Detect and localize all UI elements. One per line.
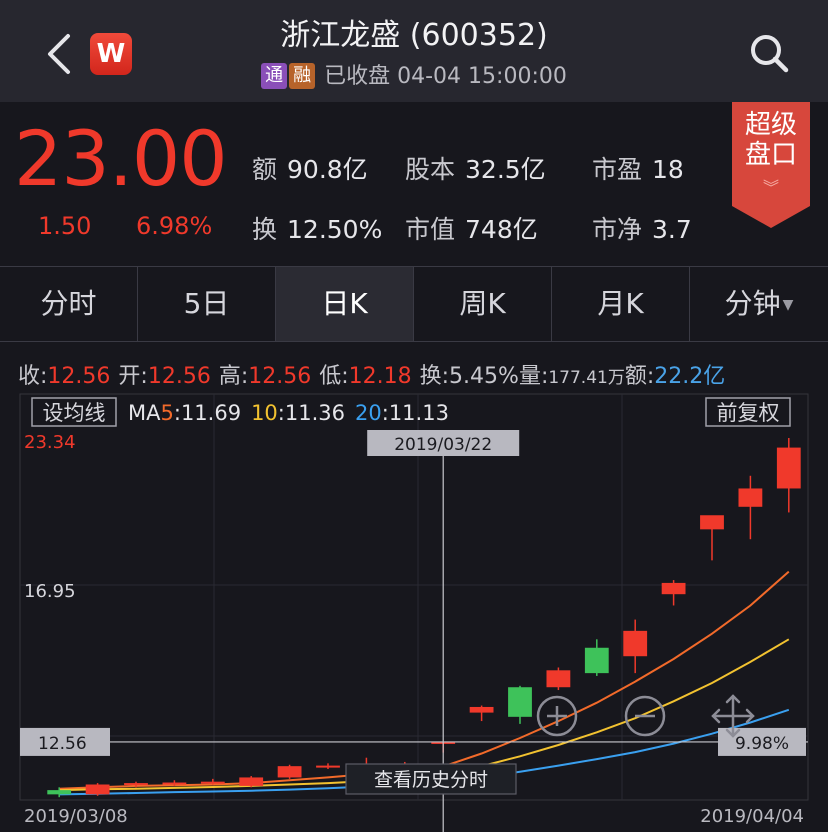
tab-minute[interactable]: 分钟 ▼ — [690, 267, 828, 341]
candle-body-11 — [469, 706, 494, 713]
open-value: 12.56 — [147, 364, 211, 389]
crosshair-date-label: 2019/03/22 — [394, 435, 492, 455]
candle-body-7 — [316, 765, 340, 768]
stat-turnover: 换 12.50% — [252, 215, 383, 244]
y-axis-mid-label: 16.95 — [24, 581, 76, 602]
stat-amount: 额 90.8亿 — [252, 155, 368, 184]
candle-6 — [277, 764, 302, 779]
price-change-pct: 6.98% — [136, 212, 213, 240]
ohlc-summary: 收:12.56 开:12.56 高:12.56 低:12.18 换:5.45%量:177… — [18, 364, 726, 389]
market-status: 已收盘 04-04 15:00:00 — [324, 64, 567, 89]
candle-body-5 — [239, 777, 264, 786]
candle-body-4 — [200, 781, 225, 784]
high-value: 12.56 — [248, 364, 312, 389]
kline-chart[interactable]: 2019/03/22 12.56 9.98% 设均线 MA5:11.69 10:11.… — [0, 390, 828, 832]
set-ma-button[interactable]: 设均线 — [43, 401, 106, 425]
candle-body-16 — [661, 582, 686, 595]
candle-body-14 — [584, 647, 609, 674]
amount-value: 22.2亿 — [654, 364, 726, 389]
stat-pe: 市盈 18 — [592, 155, 684, 184]
candle-body-3 — [162, 782, 187, 785]
tab-minute-label: 分钟 — [724, 287, 781, 320]
x-axis-start-label: 2019/03/08 — [24, 806, 128, 827]
candle-body-6 — [277, 766, 302, 778]
candle-1 — [85, 783, 110, 796]
candle-5 — [239, 776, 264, 788]
candle-13 — [546, 667, 571, 691]
stat-shares: 股本 32.5亿 — [405, 155, 546, 184]
market-status-line: 通融 已收盘 04-04 15:00:00 — [0, 58, 828, 90]
candle-body-15 — [623, 630, 648, 657]
candle-body-12 — [508, 687, 532, 717]
close-value: 12.56 — [47, 364, 111, 389]
candle-body-19 — [776, 447, 801, 489]
low-value: 12.18 — [348, 364, 412, 389]
forward-adjust-button[interactable]: 前复权 — [717, 401, 780, 425]
crosshair-pct-label: 9.98% — [735, 734, 789, 754]
ma-legend: MA5:11.69 10:11.36 20:11.13 — [128, 401, 449, 425]
super-order-book-button[interactable]: 超级 盘口 ︾ — [732, 102, 810, 228]
last-price: 23.00 — [14, 114, 228, 203]
volume-value: 177.41万 — [548, 368, 625, 388]
rong-badge: 融 — [289, 63, 316, 89]
chevron-down-icon: ︾ — [762, 178, 779, 197]
top-bar: W 浙江龙盛 (600352) 通融 已收盘 04-04 15:00:00 — [0, 0, 828, 102]
period-tabs: 分时 5日 日K 周K 月K 分钟 ▼ — [0, 266, 828, 342]
x-axis-end-label: 2019/04/04 — [700, 806, 804, 827]
tab-daily-k[interactable]: 日K — [276, 267, 414, 341]
tong-badge: 通 — [261, 63, 288, 89]
turnover-value: 5.45% — [449, 364, 519, 389]
crosshair-price-label: 12.56 — [38, 734, 87, 754]
stock-title: 浙江龙盛 (600352) — [280, 18, 548, 53]
candle-body-17 — [700, 515, 724, 530]
search-icon[interactable] — [748, 32, 790, 74]
candle-body-18 — [738, 488, 763, 507]
candle-body-2 — [124, 783, 148, 786]
price-change: 1.50 — [38, 212, 92, 240]
y-axis-max-label: 23.34 — [24, 432, 76, 453]
stat-pb: 市净 3.7 — [592, 215, 692, 244]
stat-market-cap: 市值 748亿 — [405, 215, 538, 244]
super-button-label: 超级 盘口 — [744, 110, 797, 170]
candle-body-13 — [546, 670, 571, 688]
quote-panel: 23.00 1.50 6.98% 额 90.8亿 股本 32.5亿 市盈 18 换 12… — [0, 102, 828, 266]
history-intraday-button[interactable]: 查看历史分时 — [374, 769, 488, 791]
tab-5day[interactable]: 5日 — [138, 267, 276, 341]
tab-weekly-k[interactable]: 周K — [414, 267, 552, 341]
candle-body-1 — [85, 784, 110, 795]
tab-intraday[interactable]: 分时 — [0, 267, 138, 341]
caret-down-icon: ▼ — [782, 297, 794, 313]
candle-body-0 — [47, 790, 72, 795]
tab-monthly-k[interactable]: 月K — [552, 267, 690, 341]
